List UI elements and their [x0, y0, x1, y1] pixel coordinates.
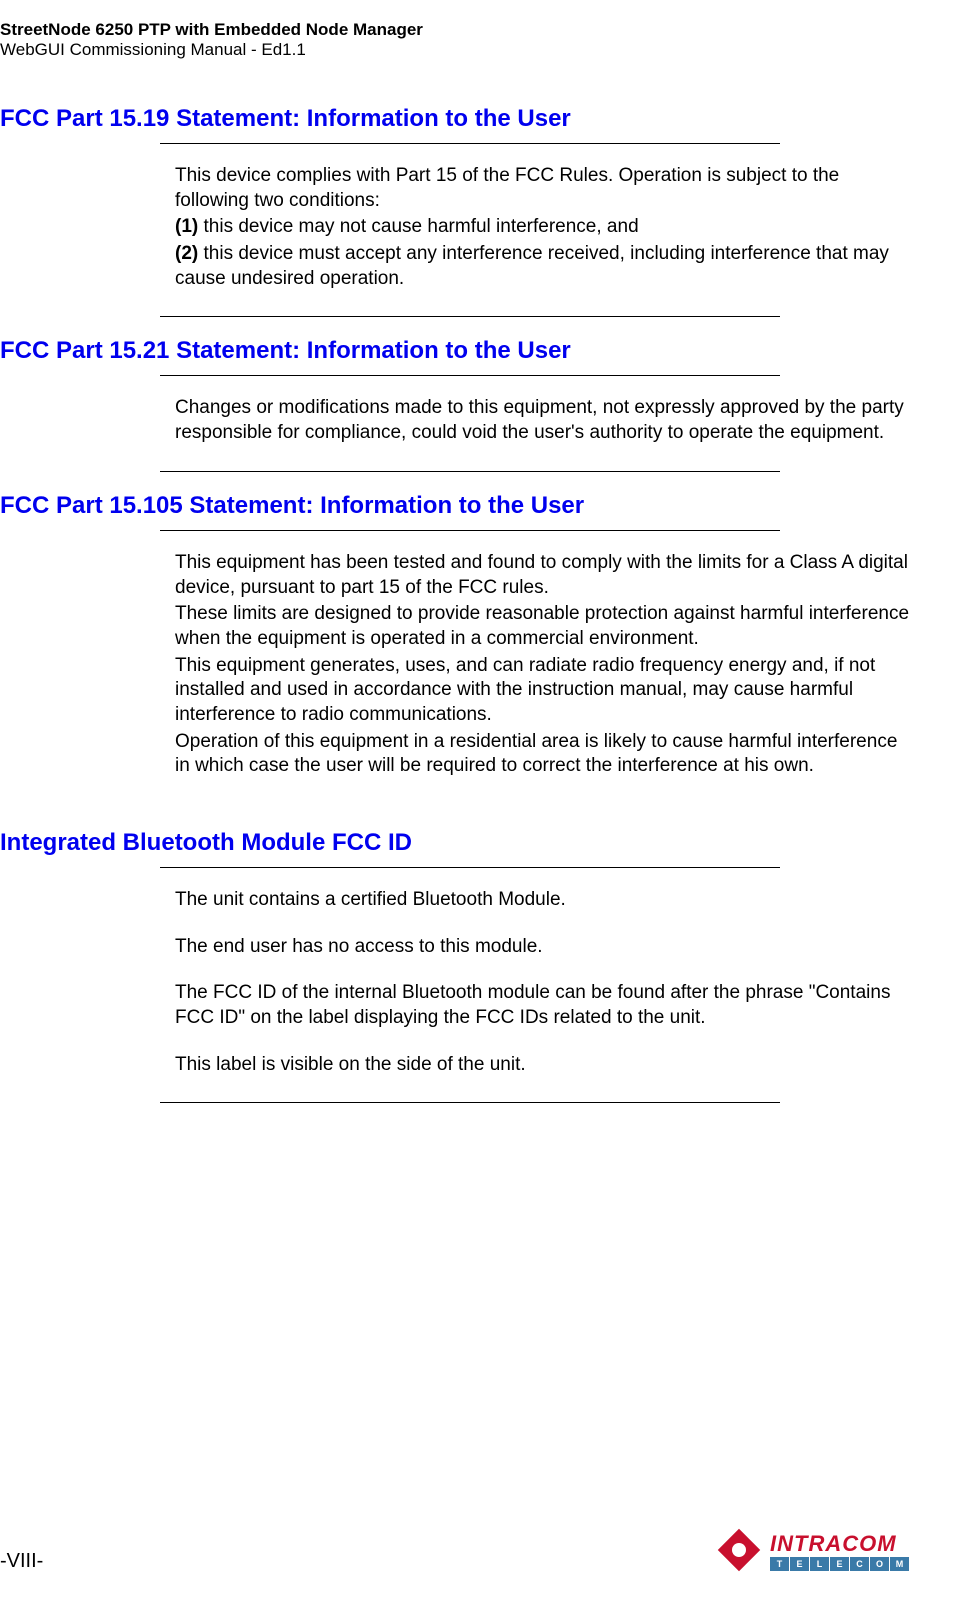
- footer: -VIII- INTRACOM TELECOM: [0, 1528, 910, 1573]
- divider: [160, 143, 780, 144]
- header-subtitle: WebGUI Commissioning Manual - Ed1.1: [0, 40, 910, 60]
- section-heading: FCC Part 15.19 Statement: Information to…: [0, 105, 910, 133]
- section-heading: Integrated Bluetooth Module FCC ID: [0, 829, 910, 857]
- logo-icon: [717, 1528, 762, 1573]
- divider: [160, 1102, 780, 1103]
- logo-brandname: INTRACOM: [770, 1531, 910, 1557]
- main-content: FCC Part 15.19 Statement: Information to…: [0, 105, 910, 1103]
- section-body: This device complies with Part 15 of the…: [175, 164, 910, 291]
- section-body: The unit contains a certified Bluetooth …: [175, 888, 910, 1077]
- section-heading: FCC Part 15.21 Statement: Information to…: [0, 337, 910, 365]
- section-heading: FCC Part 15.105 Statement: Information t…: [0, 492, 910, 520]
- body-paragraph: (1) this device may not cause harmful in…: [175, 215, 910, 240]
- body-paragraph: The unit contains a certified Bluetooth …: [175, 888, 910, 913]
- logo-text: INTRACOM TELECOM: [770, 1531, 910, 1571]
- divider: [160, 471, 780, 472]
- body-paragraph: This equipment generates, uses, and can …: [175, 654, 910, 728]
- page-number: -VIII-: [0, 1550, 43, 1573]
- document-header: StreetNode 6250 PTP with Embedded Node M…: [0, 20, 910, 60]
- logo-subbrand: TELECOM: [770, 1557, 910, 1571]
- body-paragraph: This label is visible on the side of the…: [175, 1053, 910, 1078]
- divider: [160, 316, 780, 317]
- divider: [160, 867, 780, 868]
- body-paragraph: The end user has no access to this modul…: [175, 935, 910, 960]
- body-paragraph: This device complies with Part 15 of the…: [175, 164, 910, 213]
- body-paragraph: Operation of this equipment in a residen…: [175, 730, 910, 779]
- body-paragraph: These limits are designed to provide rea…: [175, 602, 910, 651]
- section-body: This equipment has been tested and found…: [175, 551, 910, 779]
- section-body: Changes or modifications made to this eq…: [175, 396, 910, 445]
- divider: [160, 530, 780, 531]
- body-paragraph: This equipment has been tested and found…: [175, 551, 910, 600]
- company-logo: INTRACOM TELECOM: [717, 1528, 910, 1573]
- divider: [160, 375, 780, 376]
- body-paragraph: Changes or modifications made to this eq…: [175, 396, 910, 445]
- header-title: StreetNode 6250 PTP with Embedded Node M…: [0, 20, 910, 40]
- body-paragraph: The FCC ID of the internal Bluetooth mod…: [175, 981, 910, 1030]
- body-paragraph: (2) this device must accept any interfer…: [175, 242, 910, 291]
